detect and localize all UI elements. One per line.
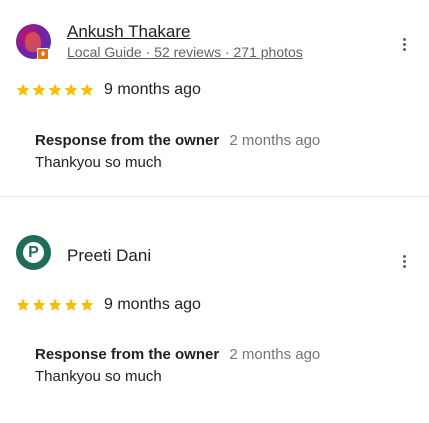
star-icon <box>64 298 78 312</box>
more-vert-icon[interactable] <box>396 35 412 53</box>
more-dot <box>402 37 406 41</box>
owner-response: Response from the owner 2 months ago Tha… <box>14 132 414 171</box>
star-icon <box>80 83 94 97</box>
star-rating <box>16 83 94 97</box>
owner-response-text: Thankyou so much <box>35 368 162 385</box>
reviewer-meta-link[interactable]: Local Guide · 52 reviews · 271 photos <box>67 44 303 60</box>
owner-response-label: Response from the owner <box>35 132 220 149</box>
more-dot <box>402 47 406 51</box>
reviewer-name-link[interactable]: Preeti Dani <box>67 246 151 266</box>
owner-response-header: Response from the owner 2 months ago <box>35 132 414 149</box>
reviewer-name-link[interactable]: Ankush Thakare <box>67 22 190 42</box>
rating-row: 9 months ago <box>16 81 201 99</box>
star-icon <box>16 298 30 312</box>
more-dot <box>402 42 406 46</box>
more-dot <box>402 259 406 263</box>
star-icon <box>80 298 94 312</box>
more-vert-icon[interactable] <box>396 252 412 270</box>
reviewer-avatar[interactable]: P <box>16 235 51 270</box>
review-time: 9 months ago <box>104 296 201 313</box>
star-icon <box>48 83 62 97</box>
star-icon <box>32 298 46 312</box>
owner-response: Response from the owner 2 months ago Tha… <box>14 346 414 385</box>
avatar-letter: P <box>28 244 39 261</box>
star-rating <box>16 298 94 312</box>
owner-response-header: Response from the owner 2 months ago <box>35 346 414 363</box>
owner-response-time: 2 months ago <box>229 346 321 363</box>
review-time: 9 months ago <box>104 81 201 98</box>
more-dot <box>402 254 406 258</box>
owner-response-label: Response from the owner <box>35 346 220 363</box>
rating-row: 9 months ago <box>16 296 201 314</box>
owner-response-text: Thankyou so much <box>35 154 162 171</box>
owner-response-time: 2 months ago <box>229 132 321 149</box>
reviews-page: Ankush Thakare Local Guide · 52 reviews … <box>0 0 429 423</box>
more-dot <box>402 264 406 268</box>
review-card: Ankush Thakare Local Guide · 52 reviews … <box>0 0 429 190</box>
star-icon <box>32 83 46 97</box>
star-icon <box>16 83 30 97</box>
star-icon <box>48 298 62 312</box>
local-guide-badge-icon <box>37 48 49 60</box>
review-divider <box>0 196 429 197</box>
star-icon <box>64 83 78 97</box>
